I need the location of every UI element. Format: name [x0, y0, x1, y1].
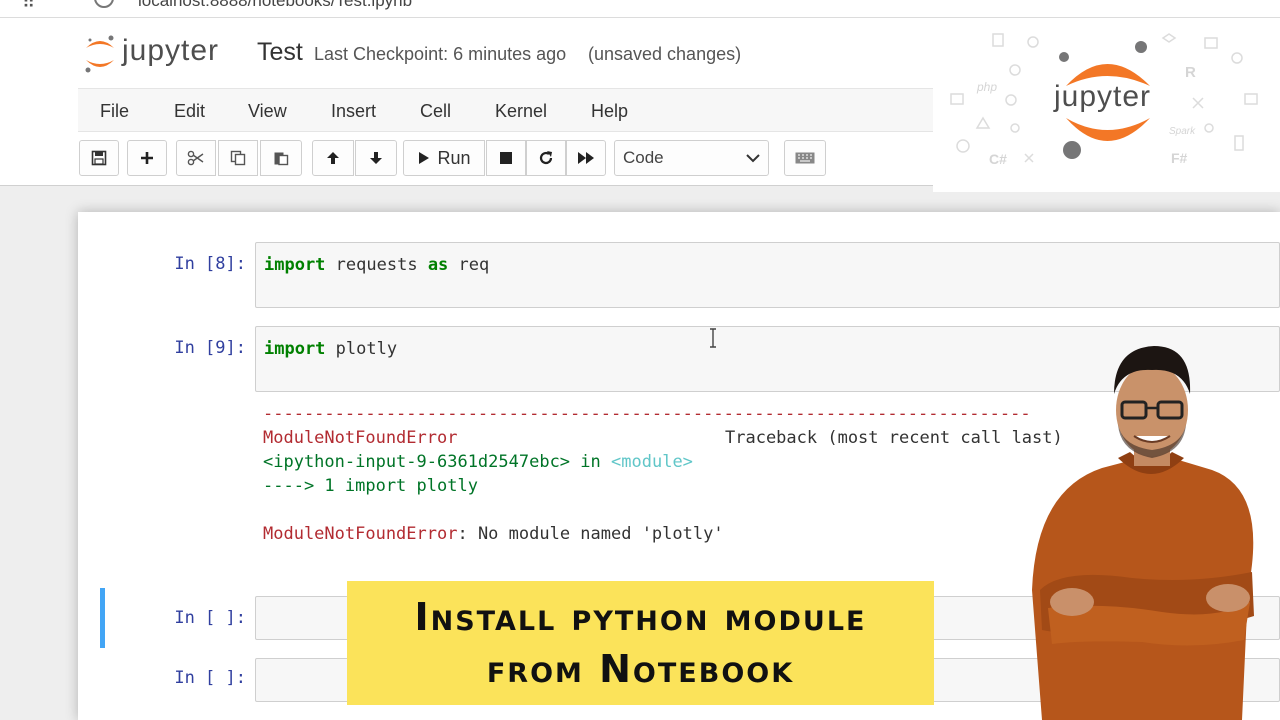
interrupt-button[interactable] — [486, 140, 526, 176]
error-message: ModuleNotFoundError: No module named 'pl… — [263, 522, 724, 546]
code-line[interactable]: import requests as req — [264, 255, 489, 275]
cell-prompt: In [ ]: — [174, 608, 246, 628]
menu-kernel[interactable]: Kernel — [495, 101, 547, 122]
keyboard-icon — [795, 152, 815, 164]
restart-run-all-button[interactable] — [566, 140, 606, 176]
copy-button[interactable] — [218, 140, 258, 176]
code-cell-input[interactable]: import requests as req — [255, 242, 1280, 308]
jupyter-logo-wordmark: jupyter — [1054, 80, 1152, 113]
cell-type-select[interactable]: Code — [614, 140, 769, 176]
cell-prompt: In [9]: — [174, 338, 246, 358]
jupyter-logo-icon[interactable] — [82, 32, 118, 76]
run-button[interactable]: Run — [403, 140, 485, 176]
run-label: Run — [437, 147, 471, 168]
menu-bar: File Edit View Insert Cell Kernel Help — [78, 88, 978, 132]
menu-edit[interactable]: Edit — [174, 101, 205, 122]
keyword: import — [264, 255, 326, 275]
menu-file[interactable]: File — [100, 101, 129, 122]
insert-cell-button[interactable] — [127, 140, 167, 176]
restart-button[interactable] — [526, 140, 566, 176]
run-icon — [419, 152, 430, 164]
identifier: requests — [335, 255, 418, 275]
banner-line-1: Install python module — [414, 595, 867, 639]
traceback-divider: ----------------------------------------… — [263, 404, 1031, 424]
apps-grid-icon[interactable]: ⠿ — [22, 0, 35, 13]
jupyter-logo-panel: php C# F# R Spark jupyter — [933, 18, 1280, 192]
paste-icon — [274, 152, 289, 166]
command-palette-button[interactable] — [784, 140, 826, 176]
browser-address-bar[interactable]: ⠿ localhost:8888/notebooks/Test.ipynb — [0, 0, 1280, 18]
in-keyword: in — [580, 452, 601, 472]
save-button[interactable] — [79, 140, 119, 176]
input-reference: <ipython-input-9-6361d2547ebc> — [263, 452, 571, 472]
chevron-down-icon — [746, 154, 760, 163]
keyword: import — [264, 339, 326, 359]
cell-prompt: In [8]: — [174, 254, 246, 274]
jupyter-wordmark[interactable]: jupyter — [122, 34, 219, 68]
presenter-photo — [1032, 346, 1254, 720]
menu-help[interactable]: Help — [591, 101, 628, 122]
traceback-header: Traceback (most recent call last) — [725, 428, 1063, 448]
restart-icon — [539, 151, 553, 165]
arrow-down-icon — [370, 152, 382, 164]
menu-view[interactable]: View — [248, 101, 287, 122]
identifier: plotly — [335, 339, 398, 359]
plus-icon — [141, 152, 153, 164]
error-type: ModuleNotFoundError — [263, 524, 458, 544]
arrow-up-icon — [327, 152, 339, 164]
notebook-toolbar: Run Code — [0, 140, 1000, 180]
fast-forward-icon — [578, 152, 594, 164]
move-up-button[interactable] — [312, 140, 354, 176]
site-info-icon[interactable] — [94, 0, 114, 8]
cut-button[interactable] — [176, 140, 216, 176]
cell-type-value: Code — [623, 148, 664, 167]
text-cursor-icon — [710, 328, 716, 348]
banner-line-2: from Notebook — [486, 647, 795, 691]
paste-button[interactable] — [260, 140, 302, 176]
traceback-arrow-line: ----> 1 import plotly — [263, 476, 478, 496]
traceback-location: <ipython-input-9-6361d2547ebc> in <modul… — [263, 450, 693, 474]
notebook-name[interactable]: Test — [257, 38, 303, 67]
menu-insert[interactable]: Insert — [331, 101, 376, 122]
title-banner: Install python module from Notebook — [347, 581, 934, 705]
module-tag: <module> — [611, 452, 693, 472]
stop-icon — [500, 152, 512, 164]
save-icon — [91, 150, 107, 166]
url-text[interactable]: localhost:8888/notebooks/Test.ipynb — [138, 0, 412, 11]
move-down-button[interactable] — [355, 140, 397, 176]
selected-cell-indicator — [100, 588, 105, 648]
checkpoint-status: Last Checkpoint: 6 minutes ago — [314, 44, 567, 64]
code-line[interactable]: import plotly — [264, 339, 397, 359]
traceback-error-name: ModuleNotFoundError — [263, 428, 458, 448]
menu-cell[interactable]: Cell — [420, 101, 451, 122]
scissors-icon — [187, 150, 204, 166]
unsaved-status: (unsaved changes) — [588, 44, 742, 64]
keyword: as — [427, 255, 449, 275]
copy-icon — [230, 150, 246, 166]
identifier: req — [458, 255, 490, 275]
error-text: : No module named 'plotly' — [457, 524, 724, 544]
cell-prompt: In [ ]: — [174, 668, 246, 688]
